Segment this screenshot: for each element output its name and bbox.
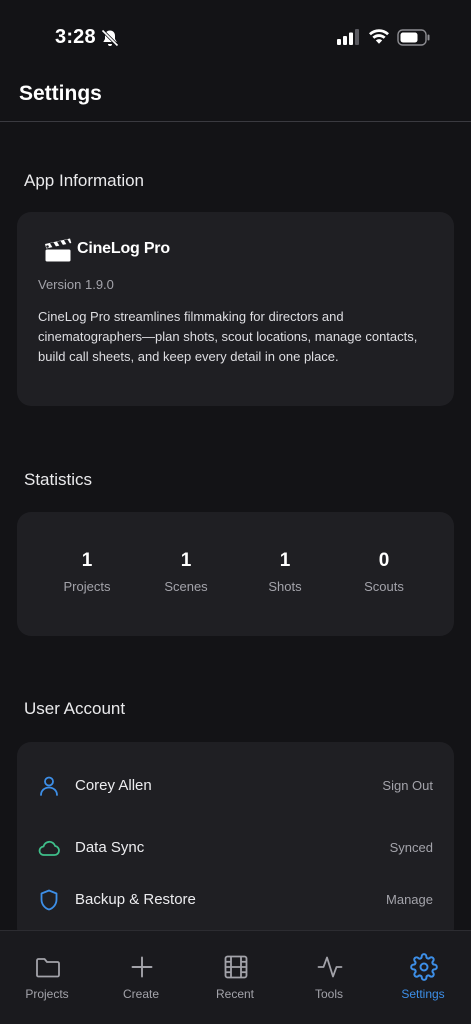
stat-scouts: 0 Scouts (334, 550, 434, 594)
tab-bar: Projects Create Recent Tools Settings (0, 930, 471, 1024)
account-row-user[interactable]: Corey Allen Sign Out (17, 764, 454, 808)
plus-icon (131, 956, 153, 978)
tab-label: Create (122, 987, 160, 1001)
tab-label: Tools (314, 987, 343, 1001)
cloud-icon (38, 840, 60, 856)
tab-projects[interactable]: Projects (0, 931, 94, 1024)
statistics-card: 1 Projects 1 Scenes 1 Shots 0 Scouts (17, 512, 454, 636)
user-name: Corey Allen (75, 777, 152, 794)
user-account-card: Corey Allen Sign Out Data Sync Synced Ba… (17, 742, 454, 942)
settings-screen: 3:28 Settings App Information CineLog Pr… (0, 0, 471, 1024)
folder-icon (36, 958, 60, 978)
bell-muted-icon (101, 29, 119, 47)
manage-button[interactable]: Manage (386, 892, 433, 907)
page-title: Settings (19, 82, 102, 105)
gear-icon (410, 953, 438, 981)
stat-label: Shots (268, 579, 302, 594)
app-name: CineLog Pro (77, 240, 170, 257)
tab-label: Recent (215, 987, 255, 1001)
shield-icon (40, 889, 58, 911)
app-information-card: CineLog Pro Version 1.9.0 CineLog Pro st… (17, 212, 454, 406)
tab-tools[interactable]: Tools (282, 931, 376, 1024)
wifi-icon (369, 29, 389, 44)
film-icon (224, 955, 248, 979)
battery-icon (397, 29, 430, 46)
sign-out-button[interactable]: Sign Out (382, 778, 433, 793)
app-description: CineLog Pro streamlines filmmaking for d… (38, 309, 418, 364)
tab-create[interactable]: Create (94, 931, 188, 1024)
account-row-backup-restore[interactable]: Backup & Restore Manage (17, 878, 454, 922)
stat-value: 0 (378, 550, 390, 571)
tab-label: Projects (25, 987, 69, 1001)
cellular-signal-icon (337, 29, 359, 45)
sync-status: Synced (389, 840, 433, 855)
stat-shots: 1 Shots (235, 550, 335, 594)
app-logo: CineLog Pro (43, 234, 170, 264)
app-version: Version 1.9.0 (38, 277, 114, 292)
backup-restore-label: Backup & Restore (75, 891, 196, 908)
person-icon (40, 776, 58, 796)
stat-label: Scenes (164, 579, 208, 594)
stat-scenes: 1 Scenes (136, 550, 236, 594)
stat-label: Projects (63, 579, 111, 594)
status-time: 3:28 (55, 26, 96, 48)
navigation-header: Settings (0, 70, 471, 122)
stat-value: 1 (279, 550, 291, 571)
stat-label: Scouts (364, 579, 404, 594)
tab-label: Settings (401, 987, 445, 1001)
app-information-section-title: App Information (24, 171, 145, 190)
stat-value: 1 (81, 550, 93, 571)
data-sync-label: Data Sync (75, 839, 145, 856)
account-row-data-sync[interactable]: Data Sync Synced (17, 826, 454, 870)
stat-value: 1 (180, 550, 192, 571)
status-bar: 3:28 (0, 0, 471, 70)
tab-settings[interactable]: Settings (376, 931, 470, 1024)
stat-projects: 1 Projects (37, 550, 137, 594)
tab-recent[interactable]: Recent (188, 931, 282, 1024)
clapperboard-icon (45, 238, 72, 262)
statistics-section-title: Statistics (24, 470, 93, 489)
user-account-section-title: User Account (24, 699, 126, 718)
activity-icon (317, 956, 343, 978)
